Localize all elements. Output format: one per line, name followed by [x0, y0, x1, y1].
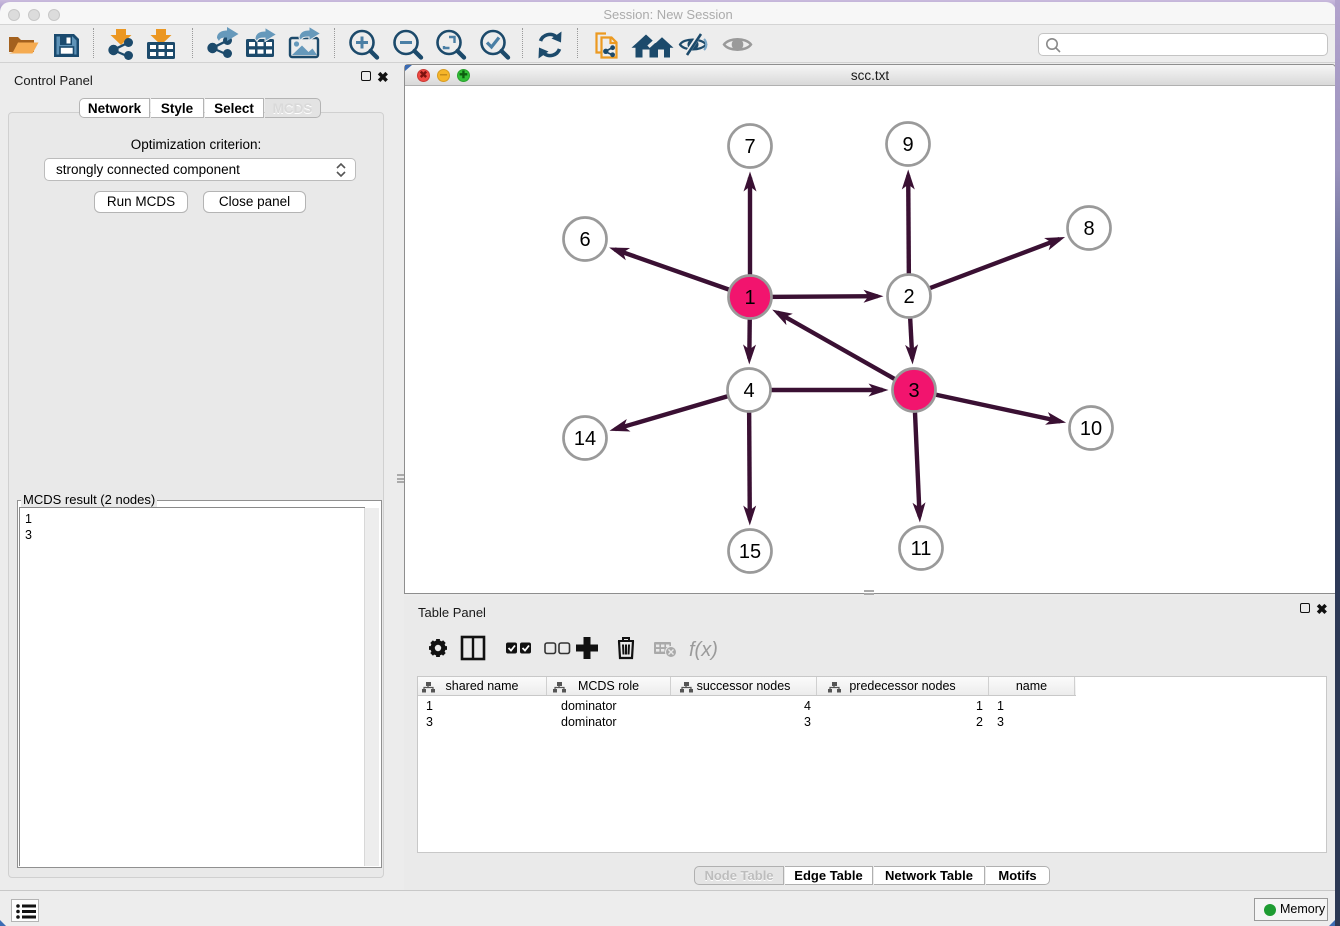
svg-text:3: 3: [908, 380, 919, 402]
svg-text:1: 1: [744, 287, 755, 309]
svg-text:8: 8: [1083, 218, 1094, 240]
svg-text:f(x): f(x): [689, 639, 718, 661]
svg-text:9: 9: [902, 134, 913, 156]
svg-text:10: 10: [1080, 418, 1102, 440]
svg-text:4: 4: [743, 380, 754, 402]
svg-text:15: 15: [739, 541, 761, 563]
svg-text:6: 6: [579, 229, 590, 251]
svg-text:2: 2: [903, 286, 914, 308]
svg-text:11: 11: [911, 538, 932, 560]
svg-text:14: 14: [574, 428, 596, 450]
svg-text:7: 7: [744, 136, 755, 158]
